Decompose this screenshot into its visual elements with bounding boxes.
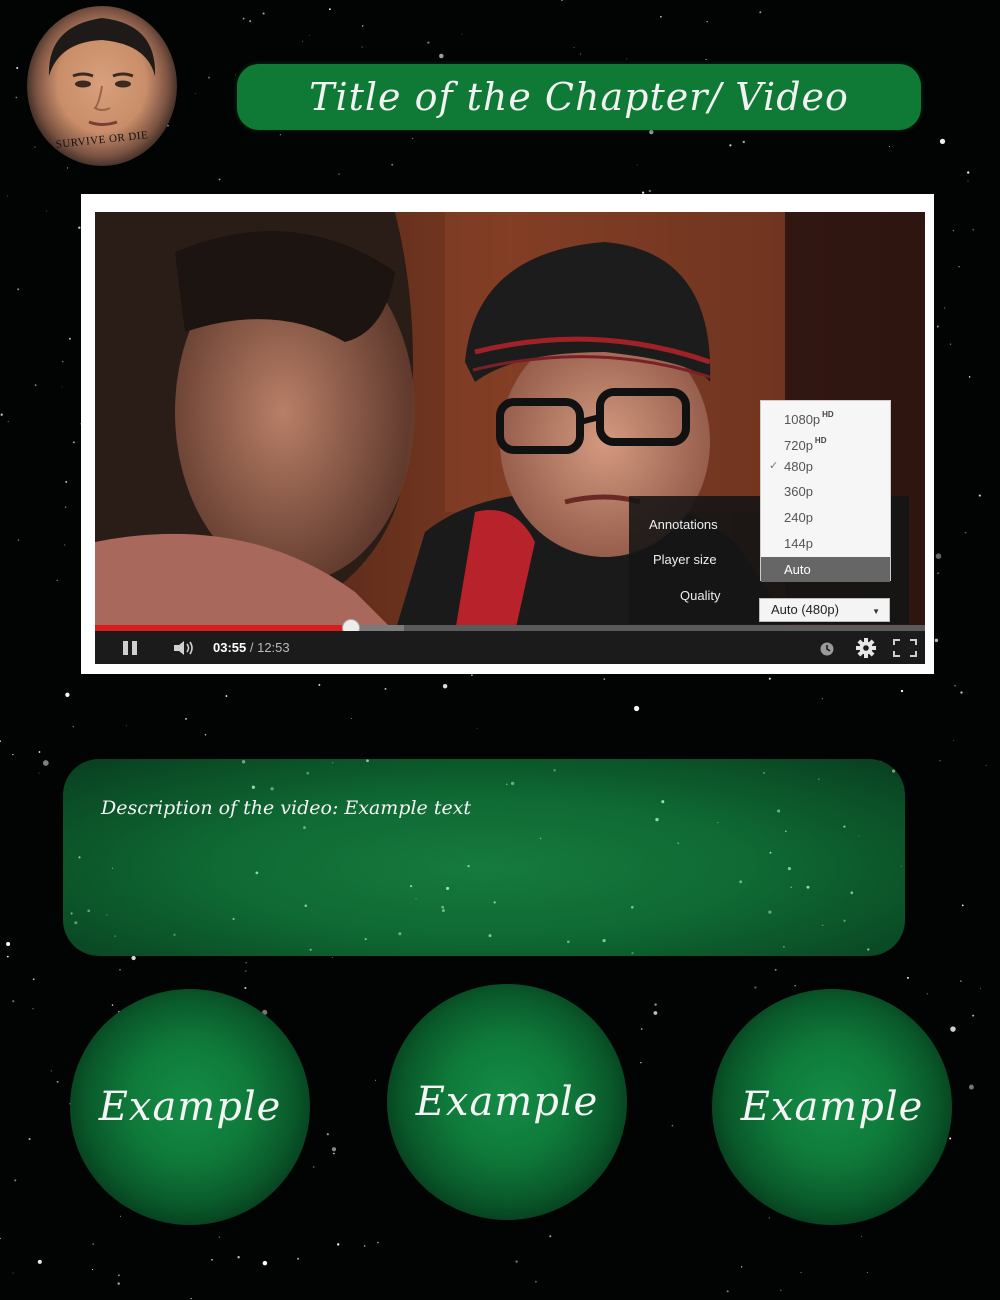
page-title: Title of the Chapter/ Video (309, 75, 849, 119)
fullscreen-icon[interactable] (892, 638, 918, 658)
annotations-label[interactable]: Annotations (649, 517, 718, 532)
quality-option[interactable]: 1080p HD (761, 402, 890, 427)
volume-icon[interactable] (172, 639, 196, 657)
description-sparkles (70, 759, 902, 955)
gear-icon[interactable] (855, 637, 877, 659)
quality-option-label: 240p (784, 510, 813, 526)
quality-option[interactable]: Auto (761, 556, 890, 582)
quality-options-list: 1080p HD 720p HD ✓ 480p 360p 240p 144p Auto (760, 400, 891, 582)
time-display: 03:55 / 12:53 (213, 640, 290, 655)
checkmark-icon: ✓ (769, 459, 779, 472)
quality-select[interactable]: Auto (480p) ▼ (759, 598, 890, 622)
example-label: Example (740, 1084, 924, 1130)
example-button-1[interactable]: Example (70, 989, 310, 1225)
quality-option[interactable]: 144p (761, 531, 890, 556)
example-label: Example (415, 1079, 599, 1125)
quality-option-label: 144p (784, 536, 813, 551)
video-player-frame: Annotations Player size Quality 1080p HD 7… (81, 194, 934, 674)
title-banner: Title of the Chapter/ Video (237, 64, 921, 130)
clock-icon[interactable] (819, 641, 835, 657)
quality-option[interactable]: 360p (761, 479, 890, 504)
player-size-label[interactable]: Player size (653, 552, 717, 567)
player-control-bar: 03:55 / 12:53 (95, 631, 925, 664)
quality-option[interactable]: ✓ 480p (761, 454, 890, 479)
quality-select-value: Auto (480p) (771, 602, 839, 617)
quality-label: Quality (680, 588, 721, 603)
example-button-2[interactable]: Example (387, 984, 627, 1220)
time-separator: / (246, 640, 258, 655)
current-time: 03:55 (213, 640, 247, 655)
video-player[interactable]: Annotations Player size Quality 1080p HD 7… (95, 212, 925, 664)
quality-option[interactable]: 240p (761, 505, 890, 530)
quality-option-label: 360p (784, 484, 813, 500)
quality-option-label: 480p (784, 458, 813, 474)
hd-badge: HD (822, 410, 834, 419)
description-text: Description of the video: Example text (101, 797, 472, 819)
chevron-down-icon: ▼ (872, 607, 880, 616)
quality-option-label: 720p (784, 437, 813, 453)
duration: 12:53 (257, 640, 290, 655)
quality-option-label: Auto (784, 561, 811, 577)
avatar: SURVIVE OR DIE (27, 6, 177, 166)
example-button-3[interactable]: Example (712, 989, 952, 1225)
hd-badge: HD (814, 435, 827, 445)
quality-option[interactable]: 720p HD (761, 428, 890, 453)
quality-option-label: 1080p (784, 412, 821, 427)
pause-icon[interactable] (121, 640, 139, 656)
example-label: Example (98, 1084, 282, 1130)
description-panel: Description of the video: Example text (63, 759, 905, 956)
